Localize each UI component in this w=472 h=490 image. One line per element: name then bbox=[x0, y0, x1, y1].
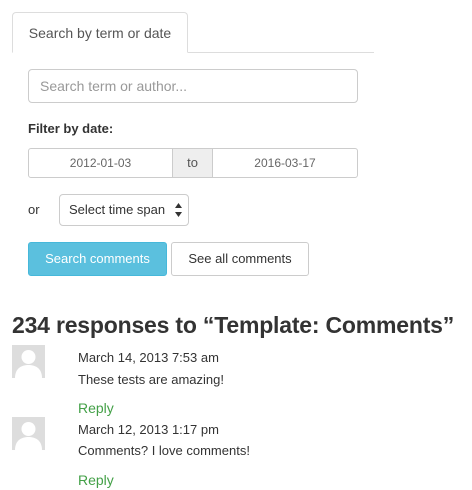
responses-title: 234 responses to “Template: Comments” bbox=[12, 312, 455, 338]
date-from-input[interactable] bbox=[28, 148, 173, 178]
comment-text: Comments? I love comments! bbox=[78, 443, 250, 458]
user-silhouette-icon bbox=[15, 350, 42, 378]
comment-text: These tests are amazing! bbox=[78, 372, 224, 387]
time-span-select[interactable]: Select time span bbox=[59, 194, 189, 226]
filter-by-date-label: Filter by date: bbox=[28, 121, 114, 136]
date-range-separator: to bbox=[173, 148, 212, 178]
reply-link[interactable]: Reply bbox=[78, 472, 114, 488]
avatar bbox=[12, 417, 45, 450]
search-input[interactable] bbox=[28, 69, 358, 103]
comment-date: March 14, 2013 7:53 am bbox=[78, 350, 219, 365]
user-silhouette-icon bbox=[15, 422, 42, 450]
search-tabs: Search by term or date bbox=[12, 12, 374, 53]
search-comments-button[interactable]: Search comments bbox=[28, 242, 167, 276]
or-label: or bbox=[28, 202, 40, 217]
avatar bbox=[12, 345, 45, 378]
tab-search-by-term-or-date[interactable]: Search by term or date bbox=[12, 12, 188, 53]
comment-date: March 12, 2013 1:17 pm bbox=[78, 422, 219, 437]
select-arrows-icon bbox=[175, 203, 182, 217]
date-to-input[interactable] bbox=[212, 148, 358, 178]
reply-link[interactable]: Reply bbox=[78, 400, 114, 416]
date-range-group: to bbox=[28, 148, 358, 178]
time-span-selected-value: Select time span bbox=[69, 202, 166, 217]
see-all-comments-button[interactable]: See all comments bbox=[171, 242, 309, 276]
